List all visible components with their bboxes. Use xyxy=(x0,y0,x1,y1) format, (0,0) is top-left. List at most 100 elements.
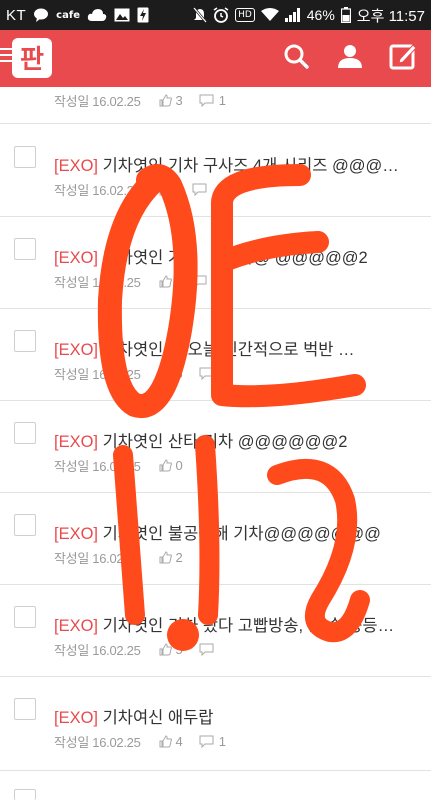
signal-icon xyxy=(284,8,301,22)
comment-count xyxy=(199,643,219,656)
thumbs-up-icon xyxy=(159,94,172,107)
hd-voice-badge: HD xyxy=(235,8,255,22)
thumbs-up-icon xyxy=(159,551,172,564)
list-item-meta: 작성일 16.02.25 2 xyxy=(54,548,219,567)
list-item-meta: 작성일 16.02.25 4 1 xyxy=(54,732,226,751)
post-date: 작성일 16.02.25 xyxy=(54,459,141,474)
item-checkbox[interactable] xyxy=(14,698,36,720)
like-count: 3 xyxy=(159,93,183,108)
thumbs-up-icon xyxy=(159,367,172,380)
comment-count xyxy=(199,551,219,564)
post-tag: [EXO] xyxy=(54,709,99,727)
status-bar: KT cafe HD 46% 오후 11:57 xyxy=(0,0,431,30)
comment-count: 1 xyxy=(199,93,226,108)
item-checkbox[interactable] xyxy=(14,514,36,536)
post-title[interactable]: [EXO] 기차엿인 나 오늘 인간적으로 벅반 … xyxy=(54,336,404,360)
list-item-meta: 작성일 16.02.25 xyxy=(54,272,212,291)
post-title[interactable]: [EXO] 기차엿인 산타 기차 @@@@@@2 xyxy=(54,428,404,452)
post-title[interactable]: [EXO] 기차여신 애두랍 xyxy=(54,704,404,728)
gallery-icon xyxy=(114,8,130,22)
post-title[interactable]: [EXO] 기차엿인 가 기차@ @@@@@2 xyxy=(54,244,404,268)
like-count: 4 xyxy=(159,734,183,749)
comment-icon xyxy=(199,643,214,656)
like-count: 2 xyxy=(159,550,183,565)
list-item-meta: 작성일 16.02.25 xyxy=(54,180,212,199)
comment-count: 1 xyxy=(199,734,226,749)
like-count xyxy=(159,183,176,196)
divider xyxy=(0,123,431,124)
profile-button[interactable] xyxy=(335,43,365,73)
divider xyxy=(0,584,431,585)
post-title-text: 기차엿인 나 오늘 인간적으로 벅반 … xyxy=(98,341,355,359)
post-title[interactable]: [EXO] 기차엿인 불공평해 기차@@@@@@@ xyxy=(54,520,404,544)
divider xyxy=(0,676,431,677)
post-tag: [EXO] xyxy=(54,249,99,267)
post-title-text: 기차엿인 기차 구사즈 4개 시리즈 @@@… xyxy=(98,157,399,175)
user-icon xyxy=(337,43,363,73)
comment-icon xyxy=(199,551,214,564)
like-count: 0 xyxy=(159,458,183,473)
list-item-meta: 작성일 16.02.25 6 4 xyxy=(54,364,226,383)
divider xyxy=(0,400,431,401)
comment-icon xyxy=(199,735,214,748)
divider xyxy=(0,770,431,771)
post-tag: [EXO] xyxy=(54,617,99,635)
comment-count xyxy=(192,275,212,288)
thumbs-up-icon xyxy=(159,275,172,288)
divider xyxy=(0,492,431,493)
post-tag: [EXO] xyxy=(54,433,99,451)
comment-icon xyxy=(192,183,206,196)
post-title[interactable]: [EXO] 기차엿인 기차 구사즈 4개 시리즈 @@@… xyxy=(54,152,404,176)
item-checkbox[interactable] xyxy=(14,330,36,352)
post-title-text: 기차엿인 가 xyxy=(98,249,184,267)
thumbs-up-icon xyxy=(159,459,172,472)
divider xyxy=(0,308,431,309)
post-title[interactable]: [EXO] 기차엿인 기차 왔다 고빱방송, 존 송 등등… xyxy=(54,612,404,636)
comment-icon xyxy=(192,275,206,288)
clock: 오후 11:57 xyxy=(356,7,425,25)
list-item-meta: 작성일 16.02.25 3 1 xyxy=(54,91,226,110)
like-count xyxy=(159,275,176,288)
post-tag: [EXO] xyxy=(54,525,99,543)
battery-icon xyxy=(340,7,351,23)
like-count: 6 xyxy=(159,366,183,381)
post-title-tail: 기차@ @@@@@2 xyxy=(223,249,368,267)
item-checkbox[interactable] xyxy=(14,789,36,800)
post-date: 작성일 16.02.25 xyxy=(54,94,141,109)
post-title-text: 기차엿인 불공평해 기차@@@@@@@ xyxy=(98,525,381,543)
post-date: 작성일 16.02.25 xyxy=(54,735,141,750)
item-checkbox[interactable] xyxy=(14,422,36,444)
item-checkbox[interactable] xyxy=(14,146,36,168)
divider xyxy=(0,216,431,217)
app-header: 판 xyxy=(0,30,431,87)
edit-icon xyxy=(389,42,417,74)
cloud-icon xyxy=(87,8,107,22)
thumbs-up-icon xyxy=(159,183,172,196)
alarm-icon xyxy=(213,7,229,23)
comment-count xyxy=(199,459,219,472)
post-date: 작성일 16.02.25 xyxy=(54,551,141,566)
pann-logo[interactable]: 판 xyxy=(10,36,54,80)
wifi-icon xyxy=(260,8,279,22)
comment-count xyxy=(192,183,212,196)
post-date: 작성일 16.02.25 xyxy=(54,367,141,382)
post-tag: [EXO] xyxy=(54,341,99,359)
cafe-notification-icon: cafe xyxy=(56,9,80,21)
battery-percent: 46% xyxy=(306,7,335,23)
list-item-meta: 작성일 16.02.25 5 xyxy=(54,640,219,659)
write-button[interactable] xyxy=(388,43,418,73)
item-checkbox[interactable] xyxy=(14,606,36,628)
carrier-label: KT xyxy=(6,6,27,24)
thumbs-up-icon xyxy=(159,735,172,748)
list-item-meta: 작성일 16.02.25 0 xyxy=(54,456,219,475)
post-date: 작성일 16.02.25 xyxy=(54,643,141,658)
like-count: 5 xyxy=(159,642,183,657)
post-title-text: 기차여신 애두랍 xyxy=(98,709,214,727)
search-button[interactable] xyxy=(281,43,311,73)
item-checkbox[interactable] xyxy=(14,238,36,260)
post-title-text: 기차엿인 산타 기차 @@@@@@2 xyxy=(98,433,348,451)
logo-text: 판 xyxy=(20,45,44,75)
comment-icon xyxy=(199,367,214,380)
search-icon xyxy=(283,43,309,73)
thumbs-up-icon xyxy=(159,643,172,656)
